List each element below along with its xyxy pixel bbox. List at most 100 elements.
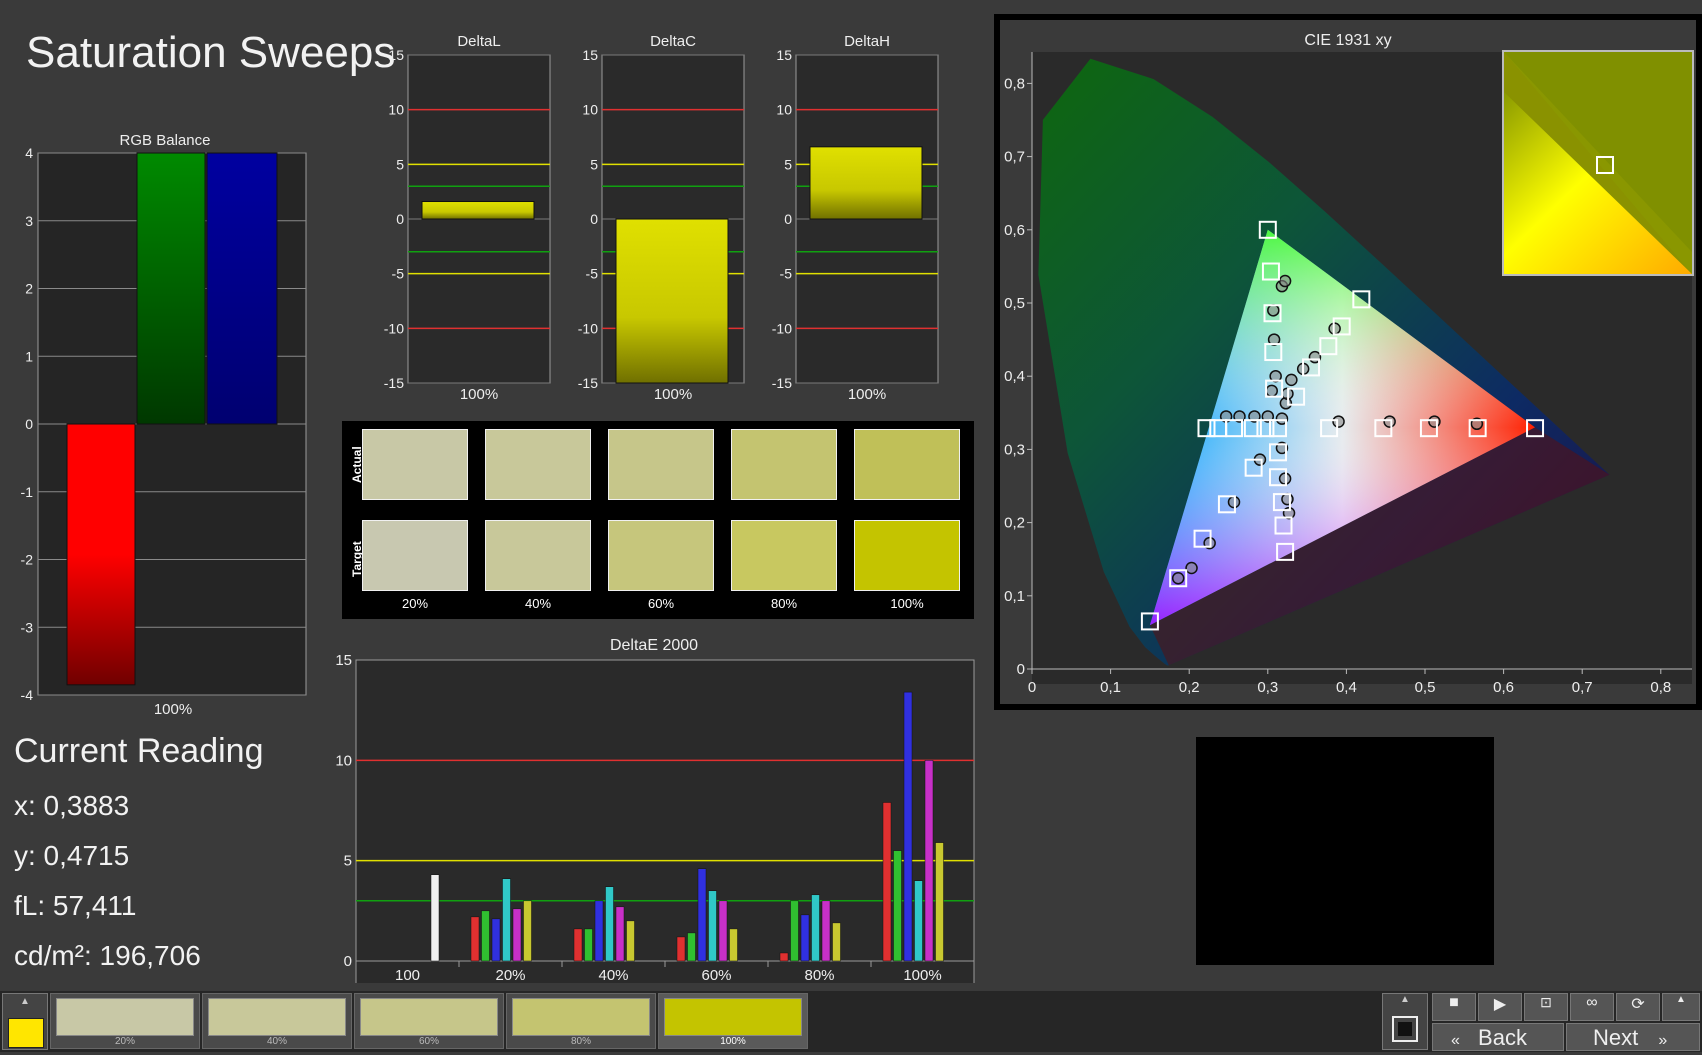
cie-y-tick: 0,8: [1004, 75, 1025, 92]
cie-y-tick: 0,6: [1004, 222, 1025, 239]
patch-tab[interactable]: 80%: [506, 993, 656, 1049]
play-button[interactable]: ▶: [1478, 993, 1522, 1021]
deltae-bar: [594, 900, 604, 962]
patch-tab-swatch: [208, 998, 346, 1036]
delta-bar: [809, 146, 923, 220]
infinity-icon: ∞: [1586, 994, 1598, 1011]
delta-y-tick: 5: [590, 156, 598, 172]
measure-icon: ⊡: [1540, 994, 1552, 1010]
cie-y-tick: 0,7: [1004, 149, 1025, 166]
pattern-toggle[interactable]: ▲: [1382, 993, 1428, 1050]
cie-x-tick: 0: [1028, 679, 1036, 696]
deltae-bar: [502, 878, 511, 962]
swatch-level-label: 60%: [647, 596, 675, 611]
deltae-x-label: 80%: [804, 967, 834, 983]
delta-y-tick: -10: [772, 320, 792, 336]
deltae-bar: [893, 850, 902, 962]
delta-y-tick: -5: [392, 266, 405, 282]
delta-bar: [615, 218, 729, 384]
cie-y-tick: 0,2: [1004, 515, 1025, 532]
cie-x-tick: 0,6: [1493, 679, 1514, 696]
cie-measured-point: [1285, 373, 1298, 387]
stop-button[interactable]: ■: [1432, 993, 1476, 1021]
current-color-tab[interactable]: ▲: [2, 993, 48, 1050]
swatch-actual: [608, 429, 714, 500]
rgb-bar-green: [136, 152, 206, 425]
deltae-bar: [615, 906, 625, 962]
delta-y-tick: -15: [384, 375, 404, 391]
deltae-bar: [779, 952, 789, 962]
patch-tab[interactable]: 40%: [202, 993, 352, 1049]
color-swatch-panel: Actual Target 20% 40% 60% 80% 100%: [342, 421, 974, 619]
patch-tab[interactable]: 60%: [354, 993, 504, 1049]
cie-x-tick: 0,8: [1650, 679, 1671, 696]
reading-fl: fL: 57,411: [14, 890, 137, 921]
deltae-y-tick: 0: [344, 953, 352, 970]
next-button[interactable]: Next »: [1566, 1023, 1700, 1051]
delta-y-tick: 10: [776, 102, 792, 118]
chevron-double-left-icon: «: [1451, 1032, 1460, 1049]
swatch-actual: [854, 429, 960, 500]
delta-y-tick: 10: [388, 102, 404, 118]
rgb-balance-chart: RGB Balance 4 3 2 1 0 -1 -2 -3 -4 100%: [21, 132, 307, 718]
pattern-preview: [1196, 737, 1494, 965]
rgb-balance-x-label: 100%: [154, 701, 192, 718]
cie-zoom-inset: [1502, 50, 1694, 276]
continuous-button[interactable]: ∞: [1570, 993, 1614, 1021]
scroll-up-button[interactable]: ▲: [1662, 993, 1700, 1021]
back-button[interactable]: « Back: [1432, 1023, 1564, 1051]
cie-y-tick: 0,1: [1004, 588, 1025, 605]
deltae-bar: [676, 936, 686, 962]
swatch-actual: [731, 429, 837, 500]
delta-y-tick: 15: [776, 47, 792, 63]
cie-measured-point: [1428, 415, 1441, 428]
swatch-target: [485, 520, 591, 591]
delta-x-label: 100%: [848, 386, 886, 403]
cie-measured-point: [1332, 415, 1345, 428]
swatch-target: [608, 520, 714, 591]
deltae-bar: [626, 920, 635, 962]
swatch-target: [362, 520, 468, 591]
delta-y-tick: 0: [396, 211, 404, 227]
refresh-icon: ⟳: [1631, 996, 1645, 1013]
cie-x-tick: 0,2: [1179, 679, 1200, 696]
patch-tab-swatch: [56, 998, 194, 1036]
deltae-bar: [729, 928, 738, 962]
reading-y: y: 0,4715: [14, 840, 130, 871]
patch-tab[interactable]: 20%: [50, 993, 200, 1049]
delta-y-tick: 10: [582, 102, 598, 118]
scroll-up-icon: ▲: [1400, 994, 1410, 1005]
deltae-y-tick: 10: [335, 752, 352, 769]
cie-x-tick: 0,1: [1100, 679, 1121, 696]
deltae-bar: [811, 894, 820, 962]
deltae-x-label: 40%: [598, 967, 628, 983]
patch-tab[interactable]: 100%: [658, 993, 808, 1049]
deltae-bar: [821, 900, 831, 962]
deltae-x-label: 100: [395, 967, 420, 983]
delta-x-label: 100%: [460, 386, 498, 403]
cie-x-tick: 0,5: [1415, 679, 1436, 696]
deltae-bar: [512, 908, 522, 962]
rgb-y-tick: 1: [25, 348, 33, 364]
delta-y-tick: -15: [578, 375, 598, 391]
delta-chart-title: DeltaL: [457, 33, 500, 50]
cie-x-tick: 0,7: [1572, 679, 1593, 696]
rgb-y-tick: 0: [25, 416, 33, 432]
pattern-icon: [1392, 1016, 1418, 1042]
rgb-bar-blue: [206, 152, 278, 425]
swatch-level-label: 40%: [524, 596, 552, 611]
delta-chart-title: DeltaC: [650, 33, 696, 50]
measure-once-button[interactable]: ⊡: [1524, 993, 1568, 1021]
cie-measured-point: [1281, 492, 1294, 506]
cie-x-tick: 0,4: [1336, 679, 1357, 696]
rgb-y-tick: 3: [25, 213, 33, 229]
patch-tab-label: 80%: [570, 1036, 591, 1047]
deltae-bar: [903, 691, 913, 962]
delta-y-tick: 15: [582, 47, 598, 63]
delta-y-tick: -10: [578, 320, 598, 336]
swatch-target: [731, 520, 837, 591]
refresh-button[interactable]: ⟳: [1616, 993, 1660, 1021]
delta-bar: [421, 201, 535, 220]
cie-title: CIE 1931 xy: [1304, 32, 1391, 49]
patch-tab-swatch: [664, 998, 802, 1036]
